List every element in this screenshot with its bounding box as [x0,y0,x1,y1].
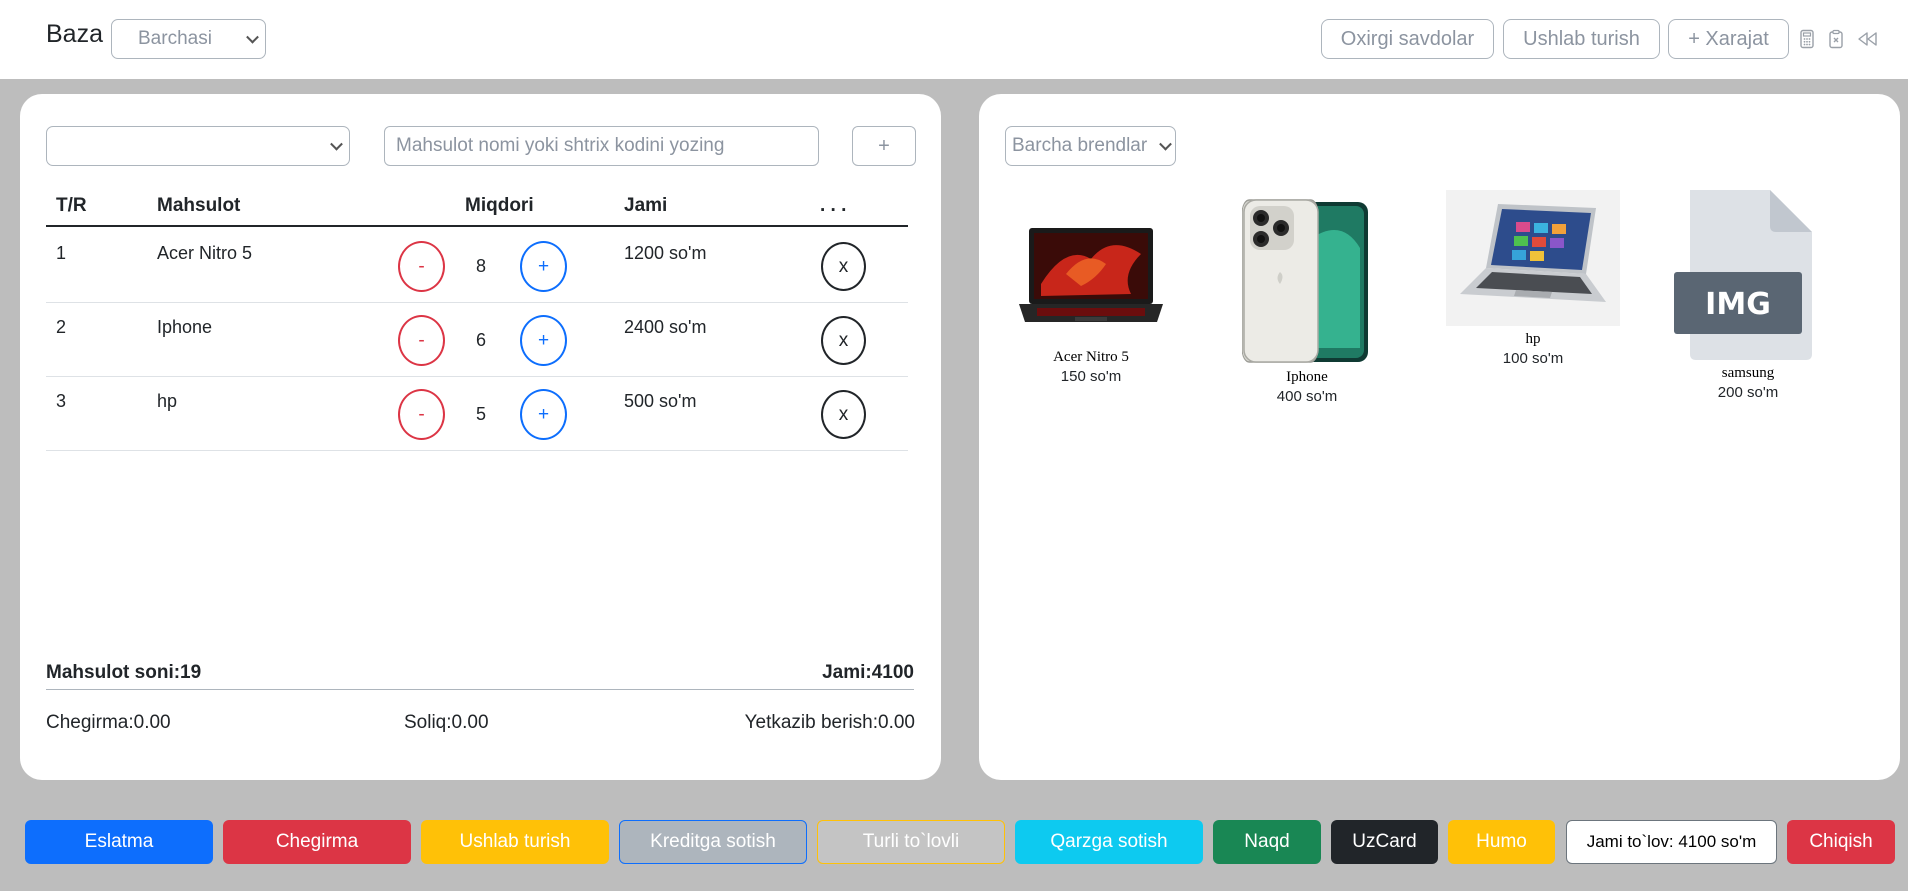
brand-title: Baza [46,20,103,48]
debt-sale-button[interactable]: Qarzga sotish [1015,820,1203,864]
total-payment-display: Jami to`lov: 4100 so'm [1566,820,1777,864]
add-product-button[interactable]: + [852,126,916,166]
customer-select[interactable] [46,126,350,166]
row-total: 500 so'm [624,391,697,411]
table-row: 2 Iphone - 6 + 2400 so'm x [46,303,908,377]
row-index: 3 [56,391,67,411]
product-card[interactable]: Iphone 400 so'm [1217,198,1397,405]
row-index: 1 [56,243,67,263]
row-product-name: Acer Nitro 5 [157,243,253,263]
top-header: Baza Barchasi Oxirgi savdolar Ushlab tur… [0,0,1908,79]
calculator-icon[interactable] [1797,29,1817,49]
increase-quantity-button[interactable]: + [520,241,567,292]
recent-sales-button[interactable]: Oxirgi savdolar [1321,19,1494,59]
rewind-icon[interactable] [1856,29,1880,49]
cart-table-header: T/R Mahsulot Miqdori Jami . . . [46,187,908,227]
clipboard-x-icon[interactable] [1826,29,1846,49]
cart-panel: + T/R Mahsulot Miqdori Jami . . . 1 Acer… [20,94,941,780]
column-header-index: T/R [56,195,87,216]
laptop-image [1019,228,1163,322]
store-filter-value: Barchasi [138,28,212,49]
column-header-product: Mahsulot [157,195,241,216]
cart-total: Jami:4100 [822,662,914,683]
chevron-down-icon [1159,137,1172,151]
brand-select[interactable]: Barcha brendlar [1005,126,1176,166]
row-product-name: Iphone [157,317,213,337]
product-price: 100 so'm [1502,350,1564,367]
hold-order-button[interactable]: Ushlab turish [421,820,609,864]
phone-image [1241,199,1368,363]
column-header-quantity: Miqdori [465,195,534,216]
row-total: 1200 so'm [624,243,707,263]
note-button[interactable]: Eslatma [25,820,213,864]
decrease-quantity-button[interactable]: - [398,241,445,292]
humo-button[interactable]: Humo [1448,820,1555,864]
product-name: samsung [1721,365,1775,381]
decrease-quantity-button[interactable]: - [398,315,445,366]
image-placeholder-icon: IMG [1674,190,1812,360]
catalog-panel: Barcha brendlar Acer Nitro 5 150 so'm Ip… [979,94,1900,780]
uzcard-button[interactable]: UzCard [1331,820,1438,864]
remove-item-button[interactable]: x [821,242,866,291]
row-quantity: 5 [475,404,486,424]
table-row: 1 Acer Nitro 5 - 8 + 1200 so'm x [46,229,908,303]
row-quantity: 8 [475,256,486,276]
credit-sale-button[interactable]: Kreditga sotish [619,820,807,864]
decrease-quantity-button[interactable]: - [398,389,445,440]
hold-button[interactable]: Ushlab turish [1503,19,1660,59]
discount-button[interactable]: Chegirma [223,820,411,864]
increase-quantity-button[interactable]: + [520,315,567,366]
product-name: Acer Nitro 5 [1053,349,1129,365]
product-search-input[interactable] [384,126,819,166]
remove-item-button[interactable]: x [821,390,866,439]
chevron-down-icon [246,30,259,44]
product-card[interactable]: IMG samsung 200 so'm [1658,190,1838,401]
cart-summary: Mahsulot soni:19 Jami:4100 [46,658,914,690]
remove-item-button[interactable]: x [821,316,866,365]
mixed-payment-button[interactable]: Turli to`lovli [817,820,1005,864]
row-quantity: 6 [475,330,486,350]
row-product-name: hp [157,391,178,411]
product-card[interactable]: Acer Nitro 5 150 so'm [1001,214,1181,385]
chevron-down-icon [330,137,343,151]
product-price: 400 so'm [1276,388,1338,405]
product-count: Mahsulot soni:19 [46,662,202,683]
column-header-total: Jami [624,195,668,216]
laptop-image [1446,190,1620,326]
product-name: hp [1525,331,1541,347]
discount-value: Chegirma:0.00 [46,712,171,733]
store-filter-select[interactable]: Barchasi [111,19,266,59]
svg-text:IMG: IMG [1705,287,1771,322]
row-total: 2400 so'm [624,317,707,337]
table-row: 3 hp - 5 + 500 so'm x [46,377,908,451]
row-index: 2 [56,317,67,337]
cash-button[interactable]: Naqd [1213,820,1321,864]
column-header-actions: . . . [820,195,847,216]
tax-value: Soliq:0.00 [404,712,489,733]
product-price: 150 so'm [1060,368,1122,385]
brand-select-value: Barcha brendlar [1012,135,1148,156]
product-price: 200 so'm [1717,384,1779,401]
product-card[interactable]: hp 100 so'm [1443,190,1623,367]
delivery-value: Yetkazib berish:0.00 [744,712,915,733]
product-name: Iphone [1286,369,1328,385]
increase-quantity-button[interactable]: + [520,389,567,440]
add-expense-button[interactable]: + Xarajat [1668,19,1789,59]
exit-button[interactable]: Chiqish [1787,820,1895,864]
